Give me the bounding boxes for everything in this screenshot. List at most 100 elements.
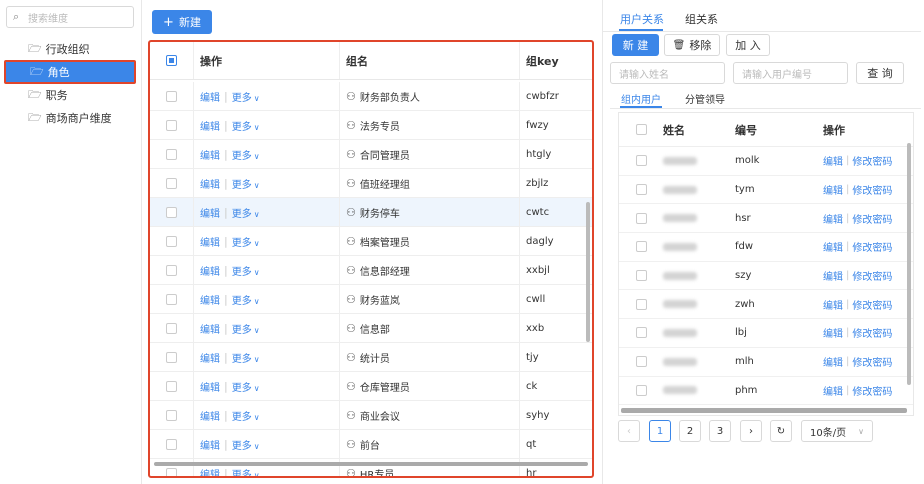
change-password-link[interactable]: 修改密码 bbox=[852, 153, 892, 168]
tree-item-position[interactable]: 🗁 职务 bbox=[0, 84, 142, 106]
table-row[interactable]: 编辑 | 更多 ∨ ⚇ 信息部经理 xxbjl bbox=[150, 256, 592, 285]
table-row[interactable]: 编辑 | 更多 ∨ ⚇ 商业会议 syhy bbox=[150, 401, 592, 430]
row-checkbox[interactable] bbox=[166, 293, 177, 305]
more-dropdown[interactable]: 更多 ∨ bbox=[232, 176, 260, 191]
user-edit-link[interactable]: 编辑 bbox=[823, 354, 843, 369]
edit-link[interactable]: 编辑 bbox=[200, 234, 220, 249]
more-dropdown[interactable]: 更多 ∨ bbox=[232, 350, 260, 365]
change-password-link[interactable]: 修改密码 bbox=[852, 182, 892, 197]
change-password-link[interactable]: 修改密码 bbox=[852, 239, 892, 254]
row-checkbox[interactable] bbox=[166, 177, 177, 189]
table-row[interactable]: 编辑 | 更多 ∨ ⚇ 档案管理员 dagly bbox=[150, 227, 592, 256]
horizontal-scrollbar[interactable] bbox=[154, 462, 588, 466]
more-dropdown[interactable]: 更多 ∨ bbox=[232, 234, 260, 249]
edit-link[interactable]: 编辑 bbox=[200, 350, 220, 365]
more-dropdown[interactable]: 更多 ∨ bbox=[232, 321, 260, 336]
refresh-button[interactable]: ↻ bbox=[770, 420, 792, 442]
query-button[interactable]: 查 询 bbox=[856, 62, 904, 84]
subtab-leaders[interactable]: 分管领导 bbox=[685, 91, 725, 106]
user-edit-link[interactable]: 编辑 bbox=[823, 297, 843, 312]
table-row[interactable]: 编辑 | 更多 ∨ ⚇ 仓库管理员 ck bbox=[150, 372, 592, 401]
change-password-link[interactable]: 修改密码 bbox=[852, 268, 892, 283]
user-edit-link[interactable]: 编辑 bbox=[823, 239, 843, 254]
user-row[interactable]: szy 编辑 | 修改密码 bbox=[619, 262, 913, 291]
user-row[interactable]: zwh 编辑 | 修改密码 bbox=[619, 290, 913, 320]
row-checkbox[interactable] bbox=[166, 264, 177, 276]
more-dropdown[interactable]: 更多 ∨ bbox=[232, 118, 260, 133]
more-dropdown[interactable]: 更多 ∨ bbox=[232, 147, 260, 162]
user-row-checkbox[interactable] bbox=[635, 212, 647, 224]
remove-button[interactable]: 🗑 移除 bbox=[664, 34, 720, 56]
user-row[interactable]: hsr 编辑 | 修改密码 bbox=[619, 204, 913, 234]
table-row[interactable]: 编辑 | 更多 ∨ ⚇ 合同管理员 htgly bbox=[150, 140, 592, 169]
table-row[interactable]: 编辑 | 更多 ∨ ⚇ 前台 qt bbox=[150, 430, 592, 459]
row-checkbox[interactable] bbox=[166, 467, 177, 476]
page-size-select[interactable]: 10条/页 ∨ bbox=[801, 420, 873, 442]
subtab-group-users[interactable]: 组内用户 bbox=[621, 91, 661, 106]
user-row-checkbox[interactable] bbox=[635, 270, 647, 282]
edit-link[interactable]: 编辑 bbox=[200, 147, 220, 162]
row-checkbox[interactable] bbox=[166, 438, 177, 450]
tab-user-relation[interactable]: 用户关系 bbox=[620, 11, 664, 27]
select-all-checkbox[interactable] bbox=[166, 55, 177, 66]
user-horizontal-scrollbar[interactable] bbox=[621, 408, 907, 413]
more-dropdown[interactable]: 更多 ∨ bbox=[232, 89, 260, 104]
change-password-link[interactable]: 修改密码 bbox=[852, 211, 892, 226]
user-edit-link[interactable]: 编辑 bbox=[823, 153, 843, 168]
edit-link[interactable]: 编辑 bbox=[200, 466, 220, 477]
table-row[interactable]: 编辑 | 更多 ∨ ⚇ 财务蓝岚 cwll bbox=[150, 285, 592, 314]
more-dropdown[interactable]: 更多 ∨ bbox=[232, 292, 260, 307]
user-row-checkbox[interactable] bbox=[635, 241, 647, 253]
edit-link[interactable]: 编辑 bbox=[200, 437, 220, 452]
tree-item-role[interactable]: 🗁 角色 bbox=[4, 60, 136, 84]
change-password-link[interactable]: 修改密码 bbox=[852, 297, 892, 312]
change-password-link[interactable]: 修改密码 bbox=[852, 325, 892, 340]
page-3-button[interactable]: 3 bbox=[709, 420, 731, 442]
vertical-scrollbar[interactable] bbox=[586, 202, 590, 342]
user-row[interactable]: fdw 编辑 | 修改密码 bbox=[619, 233, 913, 262]
new-group-button[interactable]: + 新建 bbox=[152, 10, 212, 34]
table-row[interactable]: 编辑 | 更多 ∨ ⚇ 财务部负责人 cwbfzr bbox=[150, 82, 592, 111]
user-row-checkbox[interactable] bbox=[635, 384, 647, 396]
user-row-checkbox[interactable] bbox=[635, 327, 647, 339]
user-edit-link[interactable]: 编辑 bbox=[823, 268, 843, 283]
more-dropdown[interactable]: 更多 ∨ bbox=[232, 466, 260, 477]
page-1-button[interactable]: 1 bbox=[649, 420, 671, 442]
tab-group-relation[interactable]: 组关系 bbox=[685, 11, 718, 27]
edit-link[interactable]: 编辑 bbox=[200, 89, 220, 104]
more-dropdown[interactable]: 更多 ∨ bbox=[232, 379, 260, 394]
edit-link[interactable]: 编辑 bbox=[200, 292, 220, 307]
new-user-button[interactable]: 新 建 bbox=[612, 34, 659, 56]
user-edit-link[interactable]: 编辑 bbox=[823, 383, 843, 398]
more-dropdown[interactable]: 更多 ∨ bbox=[232, 205, 260, 220]
edit-link[interactable]: 编辑 bbox=[200, 176, 220, 191]
more-dropdown[interactable]: 更多 ∨ bbox=[232, 437, 260, 452]
row-checkbox[interactable] bbox=[166, 90, 177, 102]
change-password-link[interactable]: 修改密码 bbox=[852, 383, 892, 398]
user-row-checkbox[interactable] bbox=[635, 155, 647, 167]
user-row[interactable]: mlh 编辑 | 修改密码 bbox=[619, 348, 913, 377]
user-row[interactable]: phm 编辑 | 修改密码 bbox=[619, 377, 913, 406]
user-vertical-scrollbar[interactable] bbox=[907, 143, 911, 385]
user-select-all-checkbox[interactable] bbox=[635, 124, 647, 135]
prev-page-button[interactable]: ‹ bbox=[618, 420, 640, 442]
edit-link[interactable]: 编辑 bbox=[200, 321, 220, 336]
user-row-checkbox[interactable] bbox=[635, 184, 647, 196]
user-row[interactable]: tym 编辑 | 修改密码 bbox=[619, 176, 913, 205]
table-row[interactable]: 编辑 | 更多 ∨ ⚇ 财务停车 cwtc bbox=[150, 198, 592, 227]
row-checkbox[interactable] bbox=[166, 148, 177, 160]
tree-item-admin-org[interactable]: 🗁 行政组织 bbox=[0, 38, 142, 60]
edit-link[interactable]: 编辑 bbox=[200, 118, 220, 133]
edit-link[interactable]: 编辑 bbox=[200, 408, 220, 423]
row-checkbox[interactable] bbox=[166, 235, 177, 247]
row-checkbox[interactable] bbox=[166, 119, 177, 131]
userno-search-input[interactable]: 请输入用户编号 bbox=[733, 62, 848, 84]
row-checkbox[interactable] bbox=[166, 409, 177, 421]
user-row[interactable]: molk 编辑 | 修改密码 bbox=[619, 147, 913, 176]
more-dropdown[interactable]: 更多 ∨ bbox=[232, 408, 260, 423]
user-row-checkbox[interactable] bbox=[635, 356, 647, 368]
page-2-button[interactable]: 2 bbox=[679, 420, 701, 442]
change-password-link[interactable]: 修改密码 bbox=[852, 354, 892, 369]
row-checkbox[interactable] bbox=[166, 322, 177, 334]
table-row[interactable]: 编辑 | 更多 ∨ ⚇ 法务专员 fwzy bbox=[150, 111, 592, 140]
